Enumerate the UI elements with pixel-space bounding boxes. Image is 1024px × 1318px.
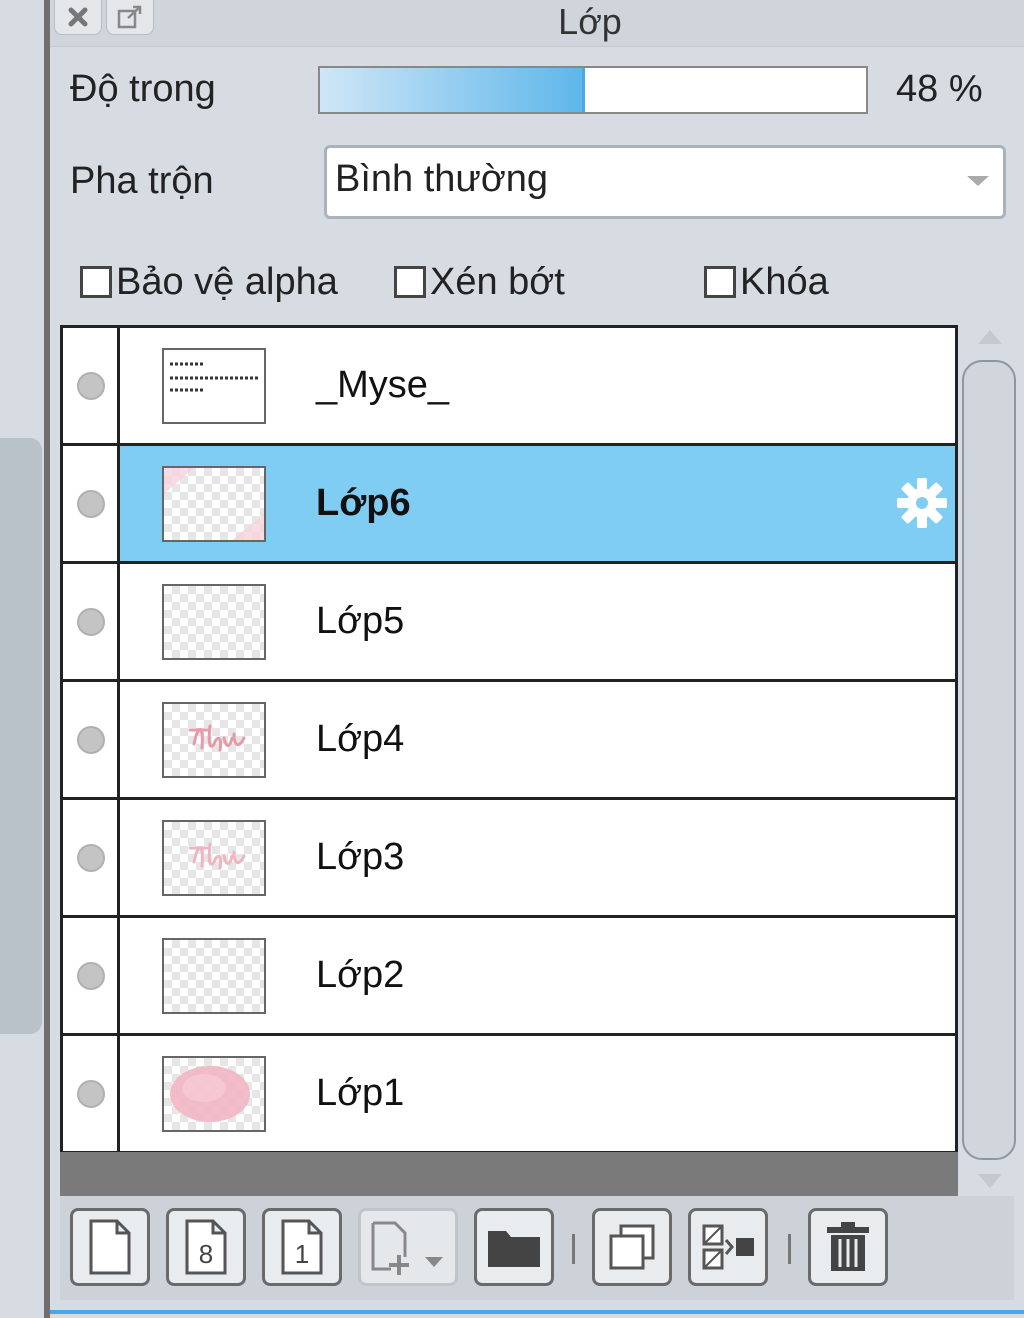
visibility-toggle[interactable] <box>63 1036 120 1151</box>
layer-name: Lớp2 <box>316 954 405 996</box>
blend-mode-select[interactable]: Bình thường <box>324 145 1006 219</box>
layer-list-scrollbar-thumb[interactable] <box>962 360 1016 1160</box>
layer-thumbnail <box>162 1056 266 1132</box>
layer-thumbnail <box>162 702 266 778</box>
layer-thumbnail <box>162 466 266 542</box>
opacity-label: Độ trong <box>70 68 216 110</box>
opacity-slider[interactable] <box>318 66 868 114</box>
layer-row[interactable]: Lớp6 <box>63 446 955 564</box>
layer-list-footer <box>60 1152 958 1196</box>
layer-row-content[interactable]: Lớp4 <box>120 682 955 797</box>
layer-row-content[interactable]: Lớp3 <box>120 800 955 915</box>
layer-name: Lớp1 <box>316 1072 405 1114</box>
visibility-dot-icon <box>77 1080 105 1108</box>
duplicate-layer-button[interactable] <box>592 1208 672 1286</box>
new-folder-button[interactable] <box>474 1208 554 1286</box>
visibility-toggle[interactable] <box>63 918 120 1033</box>
layer-row-content[interactable]: _Myse_ <box>120 328 955 443</box>
page-1-icon: 1 <box>281 1219 323 1275</box>
page-1-label: 1 <box>295 1239 309 1269</box>
layer-row-content[interactable]: Lớp1 <box>120 1036 955 1151</box>
layer-row[interactable]: Lớp4 <box>63 682 955 800</box>
left-scrollbar-thumb[interactable] <box>0 438 42 1034</box>
visibility-toggle[interactable] <box>63 446 120 561</box>
toolbar-separator <box>572 1234 575 1264</box>
layer-thumbnail <box>162 938 266 1014</box>
panel-titlebar: Lớp <box>50 0 1024 47</box>
protect-alpha-checkbox[interactable]: Bảo vệ alpha <box>80 260 338 303</box>
checkbox-box[interactable] <box>704 266 736 298</box>
layer-settings-button[interactable] <box>895 476 949 535</box>
gear-icon <box>897 478 947 528</box>
visibility-toggle[interactable] <box>63 682 120 797</box>
layer-thumbnail <box>162 820 266 896</box>
opacity-value: 48 % <box>896 68 983 110</box>
lock-label: Khóa <box>740 260 829 303</box>
visibility-dot-icon <box>77 490 105 518</box>
layer-name: Lớp5 <box>316 600 405 642</box>
new-8bit-layer-button[interactable]: 8 <box>166 1208 246 1286</box>
panel-title: Lớp <box>558 1 622 42</box>
visibility-dot-icon <box>77 608 105 636</box>
layer-row[interactable]: Lớp5 <box>63 564 955 682</box>
duplicate-icon <box>609 1224 655 1270</box>
layer-name: _Myse_ <box>316 364 450 406</box>
layer-name: Lớp6 <box>316 482 411 524</box>
scroll-up-arrow-icon[interactable] <box>978 330 1002 344</box>
protect-alpha-label: Bảo vệ alpha <box>116 260 338 303</box>
checkbox-box[interactable] <box>394 266 426 298</box>
layer-row[interactable]: Lớp2 <box>63 918 955 1036</box>
blend-mode-label: Pha trộn <box>70 160 214 202</box>
layer-name: Lớp4 <box>316 718 405 760</box>
pink-script-thumbnail-icon <box>188 724 246 752</box>
merge-down-button[interactable] <box>688 1208 768 1286</box>
lock-checkbox[interactable]: Khóa <box>704 260 829 303</box>
add-layer-menu-button[interactable] <box>358 1208 458 1286</box>
page-icon <box>89 1219 131 1275</box>
clipping-checkbox[interactable]: Xén bớt <box>394 260 565 303</box>
folder-icon <box>488 1231 540 1267</box>
layer-toolbar: 8 1 <box>60 1196 1014 1300</box>
layer-panel: Lớp Độ trong 48 % Pha trộn Bình thường B… <box>50 0 1024 1318</box>
visibility-toggle[interactable] <box>63 564 120 679</box>
visibility-toggle[interactable] <box>63 800 120 915</box>
visibility-dot-icon <box>77 372 105 400</box>
toolbar-separator <box>788 1234 791 1264</box>
pink-corner-thumbnail-icon <box>164 468 264 540</box>
trash-icon <box>827 1222 869 1271</box>
merge-down-icon <box>702 1224 754 1270</box>
chevron-down-icon <box>967 176 989 186</box>
delete-layer-button[interactable] <box>808 1208 888 1286</box>
panel-bottom-accent-line <box>50 1310 1024 1314</box>
opacity-slider-fill <box>320 68 586 112</box>
page-8-icon: 8 <box>185 1219 227 1275</box>
clipping-label: Xén bớt <box>430 260 565 303</box>
layer-row-content[interactable]: Lớp5 <box>120 564 955 679</box>
pink-script-thumbnail-icon <box>188 842 246 870</box>
page-8-label: 8 <box>199 1239 213 1269</box>
checkbox-box[interactable] <box>80 266 112 298</box>
layer-row[interactable]: _Myse_ <box>63 328 955 446</box>
text-thumbnail-icon <box>164 350 264 422</box>
layer-thumbnail <box>162 584 266 660</box>
layer-row[interactable]: Lớp3 <box>63 800 955 918</box>
visibility-dot-icon <box>77 726 105 754</box>
visibility-toggle[interactable] <box>63 328 120 443</box>
layer-row[interactable]: Lớp1 <box>63 1036 955 1154</box>
blend-mode-value: Bình thường <box>335 158 549 200</box>
new-layer-button[interactable] <box>70 1208 150 1286</box>
page-plus-dropdown-icon <box>371 1221 443 1275</box>
layer-name: Lớp3 <box>316 836 405 878</box>
layer-row-content[interactable]: Lớp2 <box>120 918 955 1033</box>
new-1bit-layer-button[interactable]: 1 <box>262 1208 342 1286</box>
layer-list: _Myse_ Lớp6 Lớp5 Lớp4 Lớp3 Lớp2 Lớp1 <box>60 325 958 1193</box>
layer-row-content[interactable]: Lớp6 <box>120 446 955 561</box>
pink-blob-thumbnail-icon <box>170 1066 250 1122</box>
visibility-dot-icon <box>77 962 105 990</box>
scroll-down-arrow-icon[interactable] <box>978 1174 1002 1188</box>
layer-thumbnail <box>162 348 266 424</box>
visibility-dot-icon <box>77 844 105 872</box>
